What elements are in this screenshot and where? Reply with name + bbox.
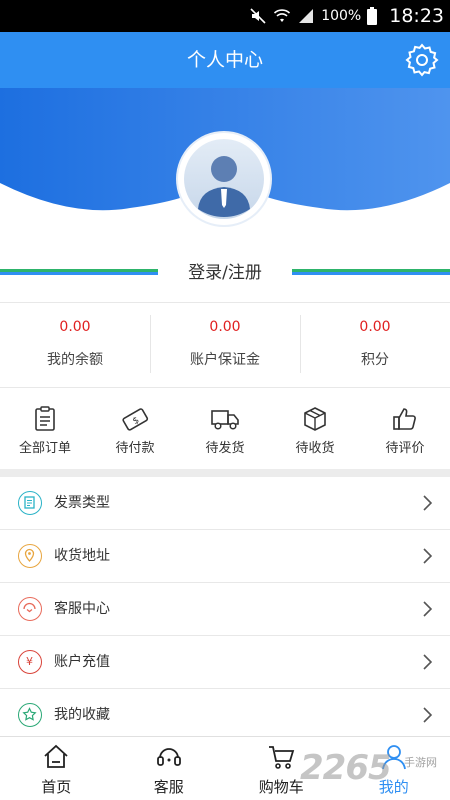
- thumbs-up-icon: [393, 408, 416, 430]
- invoice-icon: [18, 491, 42, 515]
- location-icon: [18, 544, 42, 568]
- payment-icon: $: [122, 408, 149, 431]
- cart-icon: [269, 746, 295, 769]
- box-icon: [304, 407, 326, 431]
- order-label: 待付款: [115, 441, 155, 456]
- decor-line-right: [292, 269, 450, 275]
- clock: 18:23: [389, 5, 444, 27]
- stat-deposit[interactable]: 0.00 账户保证金: [150, 303, 300, 387]
- tab-service[interactable]: 客服: [113, 737, 226, 800]
- wifi-icon: [274, 9, 291, 22]
- home-icon: [44, 744, 68, 768]
- page-title: 个人中心: [186, 49, 263, 71]
- login-row: 登录/注册: [0, 258, 450, 288]
- stat-balance[interactable]: 0.00 我的余额: [0, 303, 150, 387]
- order-shortcuts: 全部订单 $ 待付款 待发货 待收货 待评价: [0, 389, 450, 469]
- order-label: 待评价: [385, 441, 425, 456]
- menu-label: 我的收藏: [54, 707, 110, 723]
- chevron-right-icon: [423, 548, 432, 564]
- status-bar: 100% 18:23: [0, 0, 450, 32]
- order-label: 全部订单: [18, 441, 71, 456]
- watermark-number: 2265: [300, 748, 392, 788]
- mute-icon: [250, 8, 266, 24]
- yuan-icon: ¥: [18, 650, 42, 674]
- stat-points[interactable]: 0.00 积分: [300, 303, 450, 387]
- order-label: 待发货: [205, 441, 245, 456]
- service-icon: [18, 597, 42, 621]
- menu-my-favorites[interactable]: 我的收藏: [0, 689, 450, 742]
- tab-home[interactable]: 首页: [0, 737, 113, 800]
- menu-customer-service[interactable]: 客服中心: [0, 583, 450, 636]
- headset-icon: [156, 748, 181, 766]
- order-label: 待收货: [295, 441, 335, 456]
- tab-label: 客服: [153, 778, 184, 796]
- chevron-right-icon: [423, 707, 432, 723]
- order-to-receive[interactable]: 待收货: [270, 389, 360, 469]
- avatar[interactable]: [178, 133, 270, 225]
- account-stats: 0.00 我的余额 0.00 账户保证金 0.00 积分: [0, 302, 450, 388]
- stat-label: 账户保证金: [190, 352, 260, 368]
- default-avatar-icon: [184, 139, 264, 219]
- menu-label: 客服中心: [54, 601, 110, 617]
- menu-account-recharge[interactable]: ¥ 账户充值: [0, 636, 450, 689]
- gear-icon[interactable]: [404, 42, 440, 78]
- section-divider: [0, 469, 450, 477]
- menu-label: 收货地址: [54, 548, 110, 564]
- login-register-link[interactable]: 登录/注册: [158, 258, 292, 288]
- app-header: 个人中心: [0, 32, 450, 88]
- order-all[interactable]: 全部订单: [0, 389, 90, 469]
- menu-invoice-type[interactable]: 发票类型: [0, 477, 450, 530]
- watermark: 2265 手游网: [300, 748, 450, 798]
- stat-label: 我的余额: [47, 352, 103, 368]
- battery-percent: 100%: [321, 8, 362, 24]
- stat-label: 积分: [361, 352, 389, 368]
- truck-icon: [211, 410, 239, 430]
- stat-value: 0.00: [359, 319, 391, 335]
- order-unpaid[interactable]: $ 待付款: [90, 389, 180, 469]
- stat-value: 0.00: [59, 319, 91, 335]
- star-icon: [18, 703, 42, 727]
- chevron-right-icon: [423, 654, 432, 670]
- decor-line-left: [0, 269, 158, 275]
- settings-menu: 发票类型 收货地址 客服中心 ¥ 账户充值 我的收藏: [0, 477, 450, 742]
- watermark-text: 手游网: [404, 756, 437, 769]
- signal-icon: [299, 9, 314, 23]
- battery-icon: [367, 7, 378, 25]
- order-to-ship[interactable]: 待发货: [180, 389, 270, 469]
- tab-label: 首页: [41, 778, 72, 796]
- clipboard-icon: [35, 406, 55, 431]
- menu-label: 账户充值: [54, 654, 110, 670]
- chevron-right-icon: [423, 495, 432, 511]
- order-to-review[interactable]: 待评价: [360, 389, 450, 469]
- menu-label: 发票类型: [54, 495, 110, 511]
- menu-shipping-address[interactable]: 收货地址: [0, 530, 450, 583]
- chevron-right-icon: [423, 601, 432, 617]
- stat-value: 0.00: [209, 319, 241, 335]
